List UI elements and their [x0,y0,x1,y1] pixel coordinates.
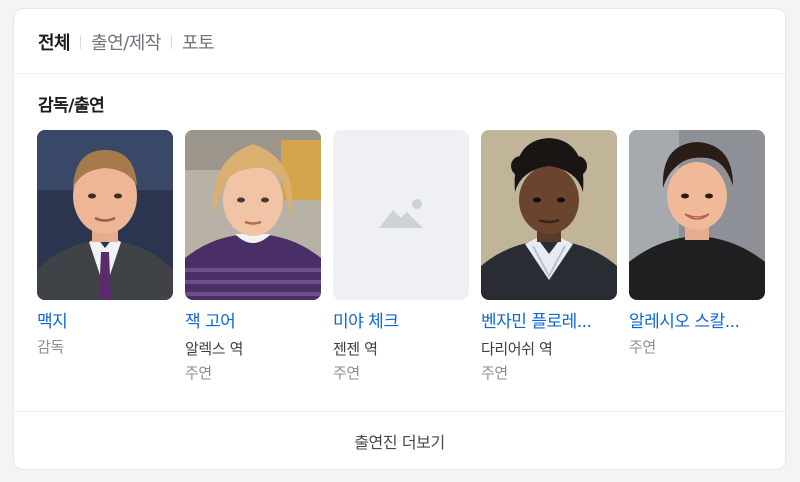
cast-role: 젠젠 역 [333,340,378,358]
photo-placeholder[interactable] [333,130,469,300]
cast-name[interactable]: 벤자민 플로레... [481,310,617,334]
divider [14,73,785,74]
tab-all[interactable]: 전체 [38,29,71,55]
cast-name[interactable]: 미야 체크 [333,310,469,334]
cast-item[interactable]: 알레시오 스칼... 주연 [629,130,765,384]
portrait-photo[interactable] [481,130,617,300]
section-title: 감독/출연 [38,96,105,116]
portrait-photo[interactable] [629,130,765,300]
more-cast-button[interactable]: 출연진 더보기 [14,412,785,470]
portrait-photo[interactable] [185,130,321,300]
cast-role: 감독 [37,338,64,356]
cast-item[interactable]: 미야 체크 젠젠 역 주연 [333,130,469,384]
cast-role: 다리어쉬 역 [481,340,553,358]
cast-type: 주연 [185,364,212,382]
cast-name[interactable]: 잭 고어 [185,310,321,334]
cast-item[interactable]: 맥지 감독 [37,130,173,384]
cast-item[interactable]: 잭 고어 알렉스 역 주연 [185,130,321,384]
tab-cast-crew[interactable]: 출연/제작 [91,29,161,55]
tab-divider [80,35,82,49]
tab-photos[interactable]: 포토 [182,29,215,55]
cast-name[interactable]: 맥지 [37,310,173,334]
cast-item[interactable]: 벤자민 플로레... 다리어쉬 역 주연 [481,130,617,384]
image-placeholder-icon [333,130,469,300]
cast-type: 주연 [481,364,508,382]
cast-role: 알렉스 역 [185,340,243,358]
cast-list: 맥지 감독 잭 고어 알렉스 역 주연 미야 체크 젠젠 역 주연 벤자민 플로… [37,130,765,384]
tab-bar: 전체 출연/제작 포토 [38,27,215,57]
cast-card: 전체 출연/제작 포토 감독/출연 맥지 감독 잭 고어 알렉스 역 주연 미야… [13,8,786,470]
cast-role: 주연 [629,338,656,356]
cast-name[interactable]: 알레시오 스칼... [629,310,765,334]
portrait-photo[interactable] [37,130,173,300]
cast-type: 주연 [333,364,360,382]
tab-divider [170,35,172,49]
